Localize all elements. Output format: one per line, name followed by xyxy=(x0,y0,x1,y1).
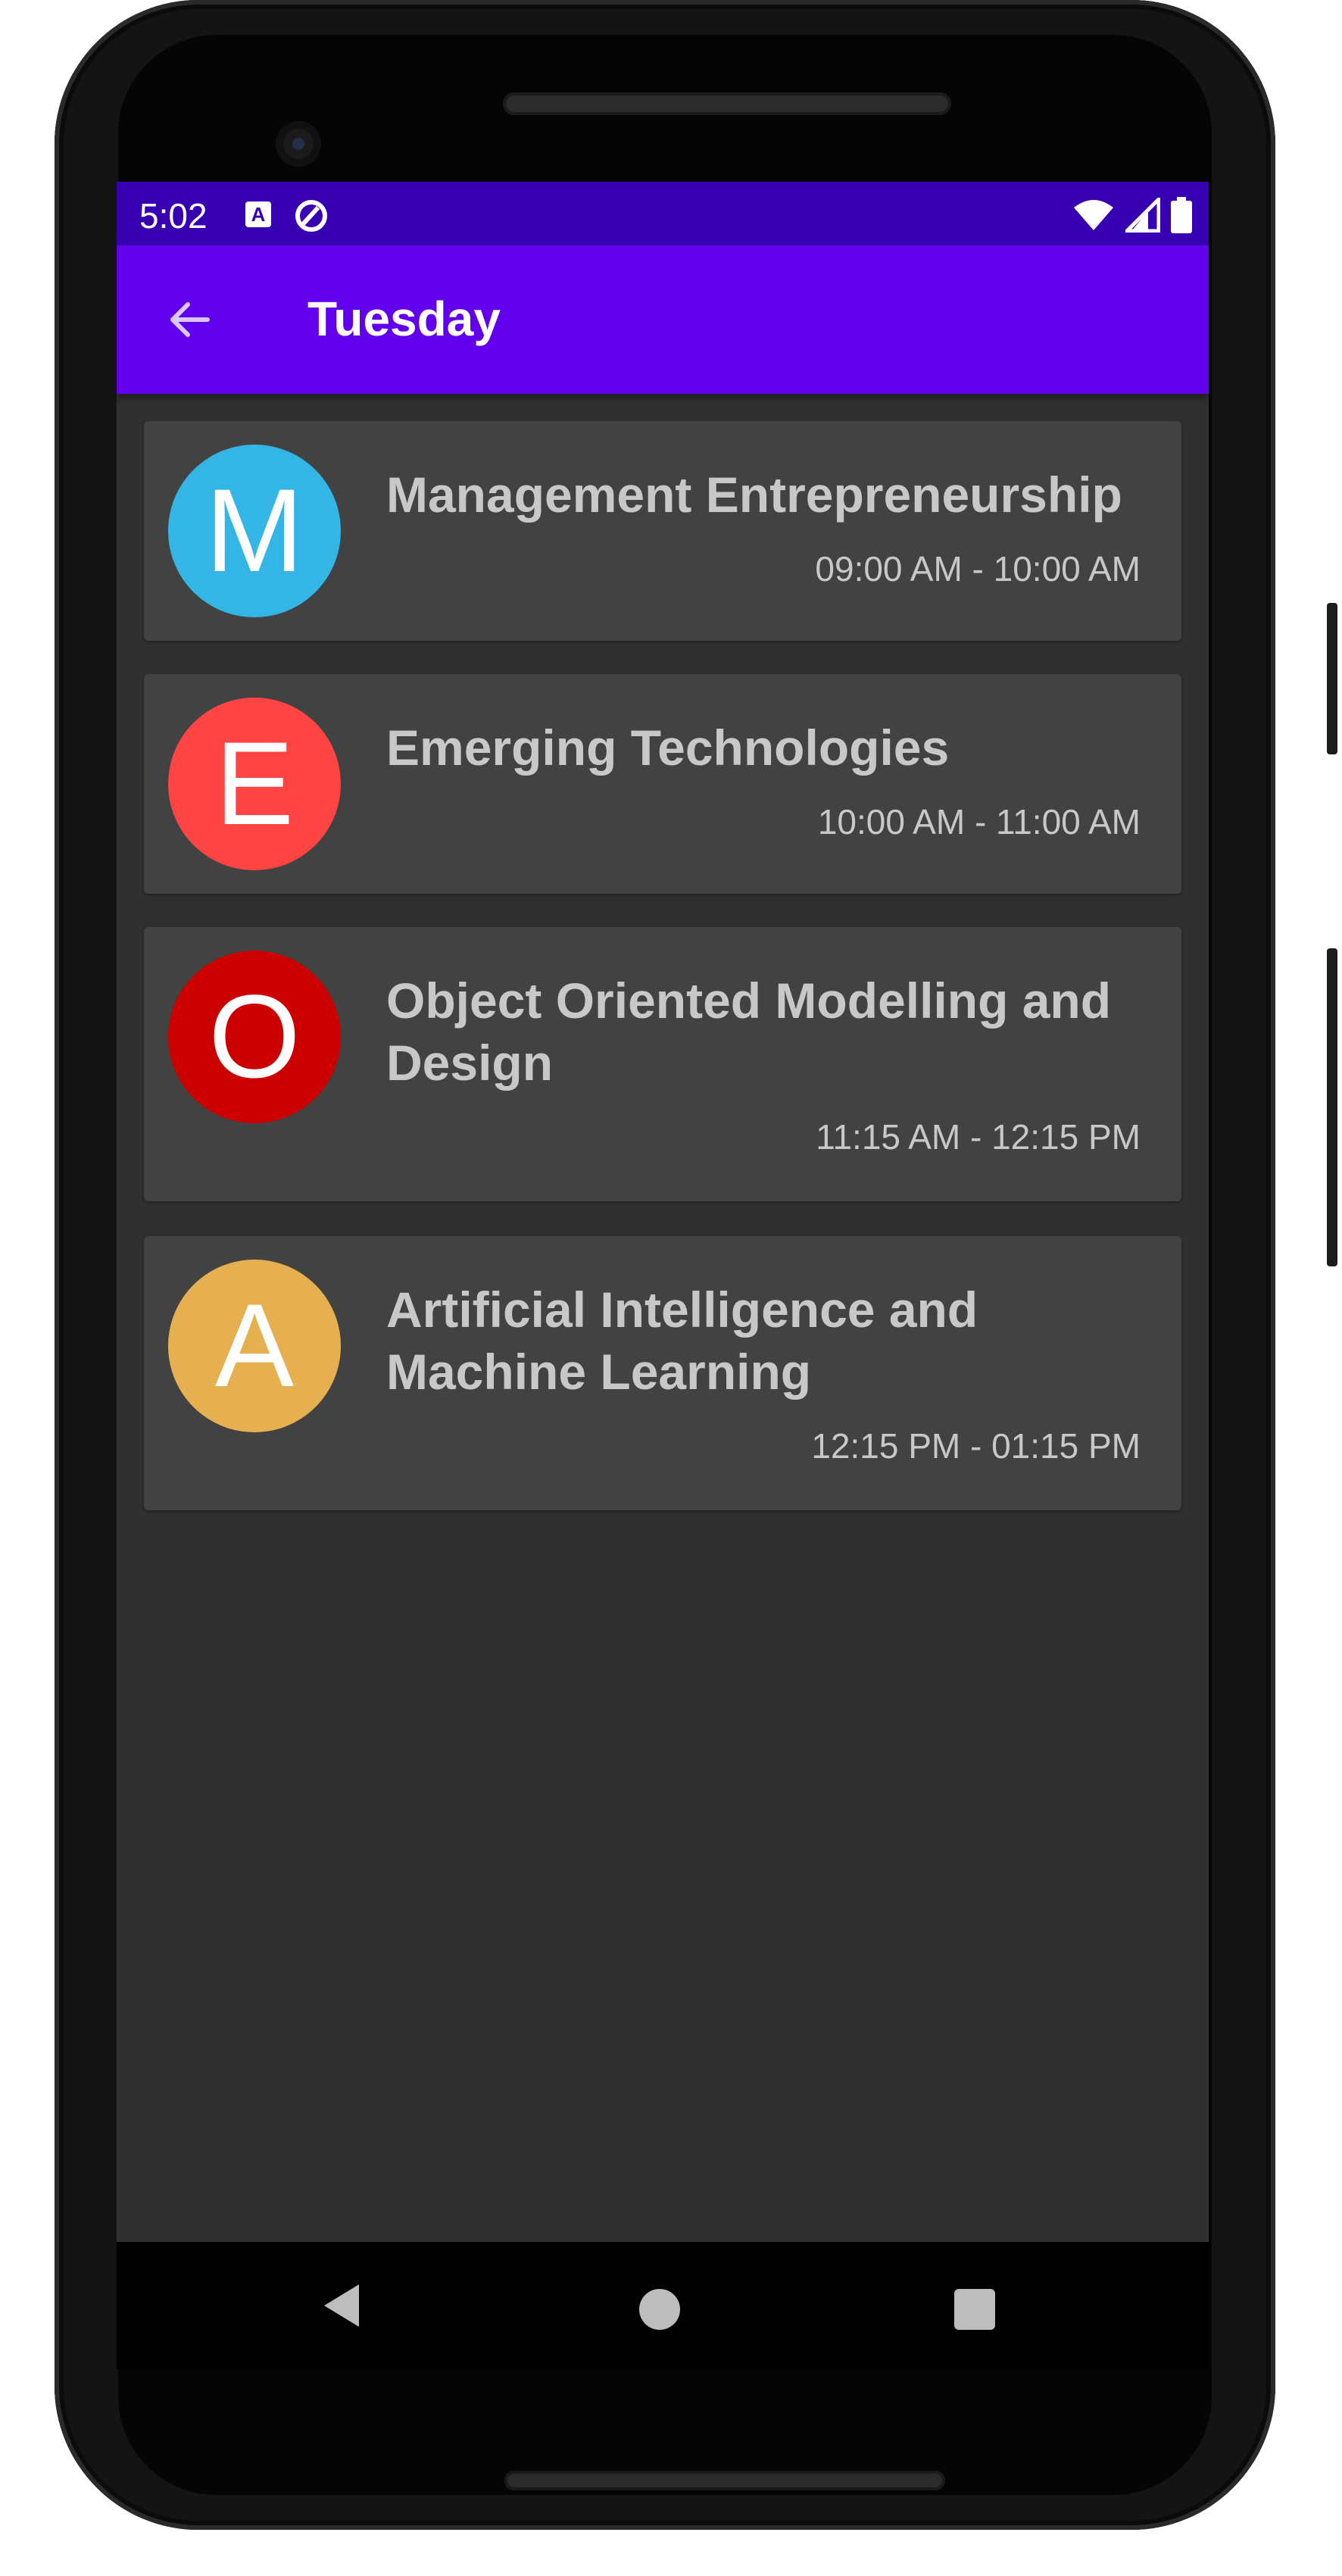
cell-signal-icon xyxy=(1125,198,1160,233)
volume-button xyxy=(1327,948,1337,1266)
wifi-icon xyxy=(1074,200,1113,230)
screen: 5:02 A Tuesday M Management Entrepreneur… xyxy=(117,182,1209,2369)
navigation-bar xyxy=(117,2242,1209,2369)
subject-title: Object Oriented Modelling and Design xyxy=(386,973,1112,1091)
subject-time: 11:15 AM - 12:15 PM xyxy=(816,1117,1141,1157)
status-bar: 5:02 A xyxy=(117,182,1209,245)
status-time: 5:02 xyxy=(139,196,208,236)
subject-time: 10:00 AM - 11:00 AM xyxy=(817,802,1141,841)
nav-back-icon[interactable] xyxy=(321,2283,362,2328)
schedule-card[interactable]: A Artificial Intelligence and Machine Le… xyxy=(144,1236,1181,1510)
earpiece-speaker xyxy=(503,92,951,115)
subject-time: 09:00 AM - 10:00 AM xyxy=(815,549,1141,589)
schedule-card[interactable]: E Emerging Technologies 10:00 AM - 11:00… xyxy=(144,674,1181,894)
front-camera xyxy=(276,121,321,167)
battery-icon xyxy=(1171,197,1192,233)
subject-title: Management Entrepreneurship xyxy=(386,467,1122,523)
subject-title: Emerging Technologies xyxy=(386,720,950,776)
schedule-card[interactable]: M Management Entrepreneurship 09:00 AM -… xyxy=(144,421,1181,641)
subject-avatar: M xyxy=(168,445,341,617)
subject-avatar: O xyxy=(168,951,341,1123)
nav-recents-icon[interactable] xyxy=(954,2289,995,2330)
nav-home-icon[interactable] xyxy=(639,2289,680,2330)
a-badge-icon: A xyxy=(245,201,271,227)
auto-rotate-icon xyxy=(295,200,327,232)
status-icons xyxy=(1072,195,1192,235)
arrow-back-icon[interactable] xyxy=(162,292,217,347)
subject-time: 12:15 PM - 01:15 PM xyxy=(811,1426,1141,1466)
page-title: Tuesday xyxy=(307,292,501,346)
subject-avatar: E xyxy=(168,698,341,870)
subject-avatar: A xyxy=(168,1260,341,1432)
subject-title: Artificial Intelligence and Machine Lear… xyxy=(386,1282,978,1400)
power-button xyxy=(1327,603,1337,754)
bottom-speaker xyxy=(504,2471,945,2490)
schedule-card[interactable]: O Object Oriented Modelling and Design 1… xyxy=(144,927,1181,1201)
app-bar: Tuesday xyxy=(117,245,1209,394)
